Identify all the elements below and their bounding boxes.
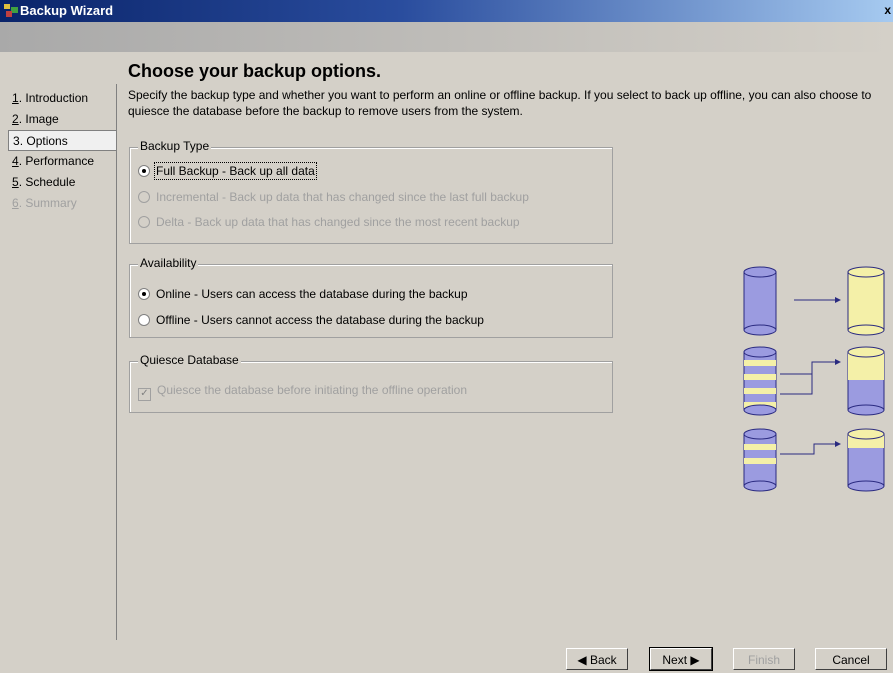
next-button[interactable]: Next ▶ xyxy=(649,647,713,671)
header-band xyxy=(0,22,893,52)
full-backup-source-db-icon xyxy=(743,266,777,336)
checkmark-icon: ✓ xyxy=(138,388,151,401)
quiesce-group: Quiesce Database ✓ Quiesce the database b… xyxy=(129,353,613,413)
delta-target-db-icon xyxy=(847,428,885,492)
radio-icon xyxy=(138,216,150,228)
back-button[interactable]: ◀ Back xyxy=(566,648,628,670)
app-icon xyxy=(4,4,18,17)
full-backup-target-db-icon xyxy=(847,266,885,336)
delta-source-db-icon xyxy=(743,428,777,492)
title-bar: Backup Wizard x xyxy=(0,0,893,22)
nav-item-summary: 6. Summary xyxy=(12,196,77,210)
backup-type-group: Backup Type Full Backup - Back up all da… xyxy=(129,139,613,244)
nav-item-introduction[interactable]: 1. Introduction xyxy=(8,88,116,109)
close-icon[interactable]: x xyxy=(884,3,891,17)
nav-item-image[interactable]: 2. Image xyxy=(8,109,116,130)
full-backup-radio[interactable]: Full Backup - Back up all data xyxy=(138,162,317,180)
incremental-backup-radio: Incremental - Back up data that has chan… xyxy=(138,188,529,206)
nav-item-performance[interactable]: 4. Performance xyxy=(8,151,116,172)
offline-radio[interactable]: Offline - Users cannot access the databa… xyxy=(138,311,484,329)
backup-type-label: Backup Type xyxy=(138,139,212,153)
availability-label: Availability xyxy=(138,256,199,270)
delta-backup-radio: Delta - Back up data that has changed si… xyxy=(138,213,520,231)
page-description: Specify the backup type and whether you … xyxy=(128,88,872,118)
page-title: Choose your backup options. xyxy=(128,61,382,81)
radio-icon xyxy=(138,191,150,203)
cancel-button[interactable]: Cancel xyxy=(815,648,887,670)
online-radio[interactable]: Online - Users can access the database d… xyxy=(138,285,468,303)
radio-icon xyxy=(138,165,150,177)
quiesce-checkbox: ✓ Quiesce the database before initiating … xyxy=(138,381,467,401)
incremental-source-db-icon xyxy=(743,346,777,416)
incremental-target-db-icon xyxy=(847,346,885,416)
wizard-nav: 1. Introduction 2. Image 3. Options 4. P… xyxy=(8,84,117,640)
finish-button: Finish xyxy=(733,648,795,670)
backup-illustration xyxy=(743,266,885,492)
radio-icon xyxy=(138,288,150,300)
nav-item-schedule[interactable]: 5. Schedule xyxy=(8,172,116,193)
button-bar: ◀ Back Next ▶ Finish Cancel xyxy=(0,640,893,673)
radio-icon xyxy=(138,314,150,326)
quiesce-label: Quiesce Database xyxy=(138,353,241,367)
nav-item-options[interactable]: 3. Options xyxy=(8,130,116,151)
window-title: Backup Wizard xyxy=(20,3,114,18)
availability-group: Availability Online - Users can access t… xyxy=(129,256,613,338)
